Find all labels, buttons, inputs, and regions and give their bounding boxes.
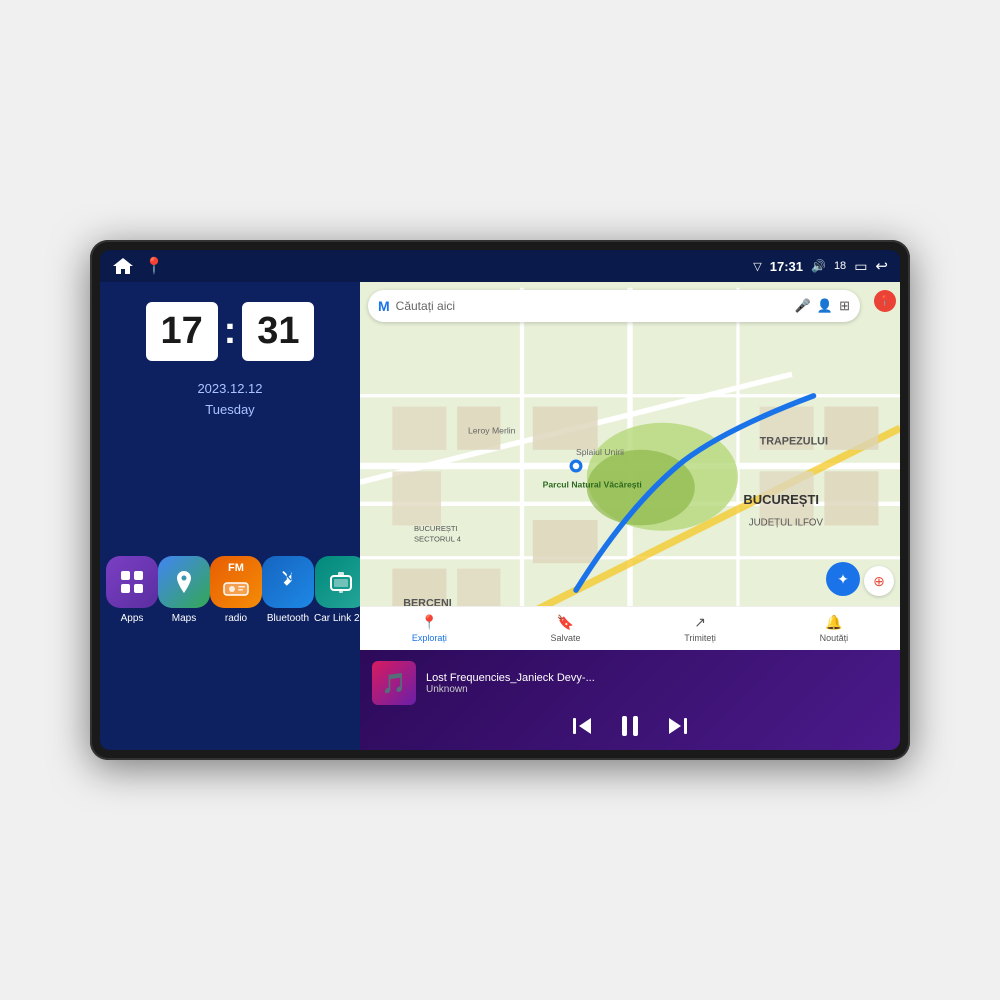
main-content: 17 : 31 2023.12.12 Tuesday	[100, 282, 900, 750]
map-nav-news[interactable]: 🔔 Noutăți	[820, 614, 849, 643]
map-nav-saved[interactable]: 🔖 Salvate	[551, 614, 581, 643]
volume-icon: 🔊	[811, 259, 826, 273]
saved-icon: 🔖	[557, 614, 574, 631]
next-button[interactable]	[667, 715, 689, 737]
map-container[interactable]: TRAPEZULUI BUCUREȘTI JUDEȚUL ILFOV BERCE…	[360, 282, 900, 650]
bluetooth-label: Bluetooth	[267, 613, 309, 624]
map-bottom-nav: 📍 Explorați 🔖 Salvate ↗ Trimiteți 🔔	[360, 606, 900, 650]
compass-button[interactable]: ⊕	[864, 566, 894, 596]
play-pause-button[interactable]	[617, 713, 643, 739]
mic-icon[interactable]: 🎤	[795, 298, 811, 314]
maps-icon-bg	[158, 556, 210, 608]
saved-label: Salvate	[551, 633, 581, 643]
app-icon-radio[interactable]: FM radio	[210, 556, 262, 624]
account-icon[interactable]: 👤	[817, 298, 833, 314]
svg-text:BUCUREȘTI: BUCUREȘTI	[414, 524, 458, 533]
apps-label: Apps	[121, 613, 144, 624]
music-artist: Unknown	[426, 684, 888, 695]
back-button[interactable]: ↩	[875, 257, 888, 275]
day-text: Tuesday	[197, 400, 262, 421]
maps-label: Maps	[172, 613, 196, 624]
navigation-button[interactable]: ✦	[826, 562, 860, 596]
news-label: Noutăți	[820, 633, 849, 643]
location-indicator: 📍	[874, 290, 896, 312]
svg-text:Leroy Merlin: Leroy Merlin	[468, 426, 516, 436]
music-text-info: Lost Frequencies_Janieck Devy-... Unknow…	[426, 672, 888, 695]
left-panel: 17 : 31 2023.12.12 Tuesday	[100, 282, 360, 750]
battery-icon: ▭	[854, 258, 867, 275]
svg-text:TRAPEZULUI: TRAPEZULUI	[760, 435, 828, 447]
prev-button[interactable]	[571, 715, 593, 737]
explore-label: Explorați	[412, 633, 447, 643]
app-icon-apps[interactable]: Apps	[106, 556, 158, 624]
explore-icon: 📍	[421, 614, 438, 631]
album-art: 🎵	[372, 661, 416, 705]
radio-label: radio	[225, 613, 247, 624]
map-nav-explore[interactable]: 📍 Explorați	[412, 614, 447, 643]
music-player: 🎵 Lost Frequencies_Janieck Devy-... Unkn…	[360, 650, 900, 750]
date-text: 2023.12.12	[197, 379, 262, 400]
svg-text:Parcul Natural Văcărești: Parcul Natural Văcărești	[543, 480, 642, 490]
status-left: 📍	[112, 256, 164, 276]
map-search-bar[interactable]: M Căutați aici 🎤 👤 ⊞	[368, 290, 860, 322]
date-display: 2023.12.12 Tuesday	[197, 379, 262, 421]
clock-display: 17 : 31	[146, 302, 315, 361]
status-bar: 📍 ▽ 17:31 🔊 18 ▭ ↩	[100, 250, 900, 282]
layers-icon[interactable]: ⊞	[839, 298, 850, 314]
map-nav-share[interactable]: ↗ Trimiteți	[684, 614, 716, 643]
volume-level: 18	[834, 260, 846, 272]
svg-text:JUDEȚUL ILFOV: JUDEȚUL ILFOV	[749, 517, 824, 528]
google-maps-logo: M	[378, 298, 390, 314]
svg-text:SECTORUL 4: SECTORUL 4	[414, 535, 461, 544]
clock-minute: 31	[242, 302, 314, 361]
news-icon: 🔔	[825, 614, 842, 631]
music-info-row: 🎵 Lost Frequencies_Janieck Devy-... Unkn…	[372, 661, 888, 705]
clock-colon: :	[224, 310, 237, 353]
map-search-placeholder: Căutați aici	[396, 299, 789, 313]
time-display: 17:31	[770, 259, 803, 274]
status-right: ▽ 17:31 🔊 18 ▭ ↩	[753, 257, 888, 275]
apps-row: Apps Maps FM	[100, 431, 360, 750]
signal-icon: ▽	[753, 260, 761, 273]
map-shortcut-icon[interactable]: 📍	[144, 256, 164, 276]
svg-text:BUCUREȘTI: BUCUREȘTI	[743, 492, 819, 507]
clock-widget: 17 : 31 2023.12.12 Tuesday	[100, 282, 360, 431]
device-screen: 📍 ▽ 17:31 🔊 18 ▭ ↩	[100, 250, 900, 750]
svg-text:Splaiul Unirii: Splaiul Unirii	[576, 447, 624, 457]
music-controls	[372, 713, 888, 739]
clock-hour: 17	[146, 302, 218, 361]
right-panel: TRAPEZULUI BUCUREȘTI JUDEȚUL ILFOV BERCE…	[360, 282, 900, 750]
share-label: Trimiteți	[684, 633, 716, 643]
app-icon-bluetooth[interactable]: Bluetooth	[262, 556, 314, 624]
device-shell: 📍 ▽ 17:31 🔊 18 ▭ ↩	[90, 240, 910, 760]
bluetooth-icon-bg	[262, 556, 314, 608]
music-title: Lost Frequencies_Janieck Devy-...	[426, 672, 888, 684]
radio-icon-bg: FM	[210, 556, 262, 608]
apps-icon-bg	[106, 556, 158, 608]
share-icon: ↗	[694, 614, 706, 631]
app-icon-maps[interactable]: Maps	[158, 556, 210, 624]
home-button[interactable]	[112, 257, 134, 275]
